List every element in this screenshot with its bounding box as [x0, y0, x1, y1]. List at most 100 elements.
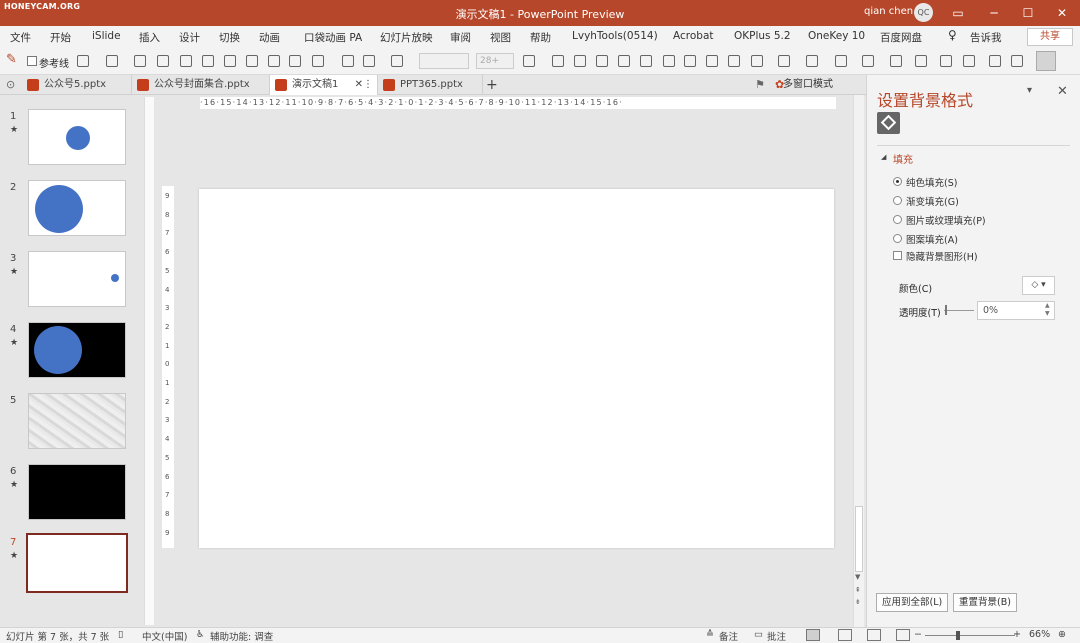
align-middle-icon[interactable] [157, 55, 169, 67]
notes-button[interactable]: 备注 [719, 629, 738, 643]
maximize-icon[interactable]: ☐ [1010, 0, 1046, 26]
accessibility-status[interactable]: 辅助功能: 调查 [210, 629, 273, 643]
transparency-spinner[interactable]: ▲ ▼ [1045, 302, 1050, 318]
normal-view-icon[interactable] [806, 629, 820, 641]
apply-to-all-button[interactable]: 应用到全部(L) [876, 593, 949, 612]
text-direction-icon[interactable] [751, 55, 763, 67]
ribbon-display-icon[interactable]: ▭ [940, 0, 976, 26]
slide-thumbnail-5[interactable] [28, 393, 126, 449]
scroll-down-icon[interactable]: ▼ [855, 573, 860, 581]
slide-canvas[interactable] [199, 189, 834, 548]
comments-button[interactable]: 批注 [767, 629, 786, 643]
accessibility-icon[interactable]: ♿ [196, 629, 205, 640]
fill-bucket-icon[interactable] [877, 112, 900, 134]
menu-file[interactable]: 文件 [10, 30, 31, 45]
menu-islide[interactable]: iSlide [92, 30, 121, 42]
menu-acrobat[interactable]: Acrobat [673, 30, 714, 42]
menu-pocket-animation[interactable]: 口袋动画 PA [304, 30, 362, 45]
font-size-box[interactable]: 28+ [476, 53, 514, 69]
font-color-icon[interactable] [523, 55, 535, 67]
tab-gongzhonghao5[interactable]: 公众号5.pptx [22, 75, 132, 95]
slide-thumbnail-7[interactable] [26, 533, 128, 593]
zoom-out-icon[interactable]: − [914, 629, 922, 640]
tab-close-icon[interactable]: ✕ [355, 75, 363, 95]
crop-icon[interactable] [778, 55, 790, 67]
fill-option-radio[interactable] [893, 234, 902, 243]
slide-thumbnail-6[interactable] [28, 464, 126, 520]
pen-icon[interactable] [963, 55, 975, 67]
pane-dropdown-icon[interactable]: ▾ [1027, 85, 1032, 96]
format-icon[interactable] [890, 55, 902, 67]
align-top-icon[interactable] [134, 55, 146, 67]
fill-option-radio[interactable] [893, 177, 902, 186]
tab-presentation1[interactable]: 演示文稿1 ✕ ⋮ [270, 75, 378, 95]
slide-thumbnail-3[interactable] [28, 251, 126, 307]
group-icon[interactable] [574, 55, 586, 67]
menu-okplus[interactable]: OKPlus 5.2 [734, 30, 791, 42]
menu-review[interactable]: 审阅 [450, 30, 471, 45]
text-align-center-icon[interactable] [684, 55, 696, 67]
align-right-icon[interactable] [224, 55, 236, 67]
align-bottom-icon[interactable] [289, 55, 301, 67]
menu-design[interactable]: 设计 [179, 30, 200, 45]
menu-onekey[interactable]: OneKey 10 [808, 30, 865, 42]
transparency-slider-knob[interactable] [945, 305, 947, 315]
comments-icon[interactable]: ▭ [754, 629, 763, 640]
zoom-slider-knob[interactable] [956, 631, 960, 640]
ungroup-icon[interactable] [596, 55, 608, 67]
hide-background-checkbox[interactable] [893, 251, 902, 260]
character-spacing-icon[interactable] [391, 55, 403, 67]
pin-icon[interactable]: ⚑ [755, 78, 765, 91]
shape-fill-icon[interactable] [77, 55, 89, 67]
distribute-horizontal-icon[interactable] [246, 55, 258, 67]
tab-gongzhonghao-covers[interactable]: 公众号封面集合.pptx [132, 75, 270, 95]
next-slide-icon[interactable]: ⇟ [855, 598, 861, 606]
bullet-list-icon[interactable] [915, 55, 927, 67]
fill-section-header[interactable]: 填充 [893, 151, 913, 166]
language-indicator[interactable]: 中文(中国) [142, 629, 187, 643]
multi-window-mode[interactable]: 多窗口模式 [783, 75, 833, 95]
menu-lvyhtools[interactable]: LvyhTools(0514) [572, 30, 658, 42]
menu-animations[interactable]: 动画 [259, 30, 280, 45]
menu-transitions[interactable]: 切换 [219, 30, 240, 45]
eyedropper-icon[interactable] [342, 55, 354, 67]
editor-scroll-thumb[interactable] [855, 506, 863, 572]
pane-close-icon[interactable]: ✕ [1057, 84, 1068, 99]
share-button[interactable]: 共享 [1027, 28, 1073, 46]
color-picker-button[interactable]: ◇ ▾ [1022, 276, 1055, 295]
zoom-level[interactable]: 66% [1029, 629, 1050, 640]
reference-line-checkbox[interactable] [27, 56, 37, 66]
outline-color-icon[interactable] [363, 55, 375, 67]
send-backward-icon[interactable] [640, 55, 652, 67]
fill-option-radio[interactable] [893, 196, 902, 205]
numbered-list-icon[interactable] [940, 55, 952, 67]
reset-background-button[interactable]: 重置背景(B) [953, 593, 1017, 612]
zoom-in-icon[interactable]: + [1013, 629, 1021, 640]
minimize-icon[interactable]: ─ [976, 0, 1012, 26]
slideshow-icon[interactable] [896, 629, 910, 641]
notes-icon[interactable]: ≙ [706, 629, 714, 640]
user-name[interactable]: qian chen [864, 6, 913, 17]
transparency-slider[interactable] [944, 310, 974, 311]
slide-sorter-icon[interactable] [838, 629, 852, 641]
menu-insert[interactable]: 插入 [139, 30, 160, 45]
distribute-vertical-icon[interactable] [268, 55, 280, 67]
tab-ppt365[interactable]: PPT365.pptx [378, 75, 483, 95]
shape-fill-color-icon[interactable] [312, 55, 324, 67]
arrange-icon[interactable] [862, 55, 874, 67]
bring-forward-icon[interactable] [618, 55, 630, 67]
font-name-box[interactable] [419, 53, 469, 69]
text-box-icon[interactable] [106, 55, 118, 67]
text-align-right-icon[interactable] [706, 55, 718, 67]
tab-more-icon[interactable]: ⋮ [363, 75, 373, 95]
collapse-icon[interactable]: ◢ [881, 153, 886, 161]
zoom-slider[interactable] [925, 635, 1015, 636]
menu-slideshow[interactable]: 幻灯片放映 [380, 30, 433, 45]
table-icon[interactable] [1011, 55, 1023, 67]
menu-home[interactable]: 开始 [50, 30, 71, 45]
close-icon[interactable]: ✕ [1044, 0, 1080, 26]
tab-home-icon[interactable]: ⊙ [6, 78, 15, 91]
fit-to-window-icon[interactable]: ⊕ [1058, 629, 1066, 640]
tell-me[interactable]: 告诉我 [970, 30, 1002, 45]
slide-thumbnail-2[interactable] [28, 180, 126, 236]
